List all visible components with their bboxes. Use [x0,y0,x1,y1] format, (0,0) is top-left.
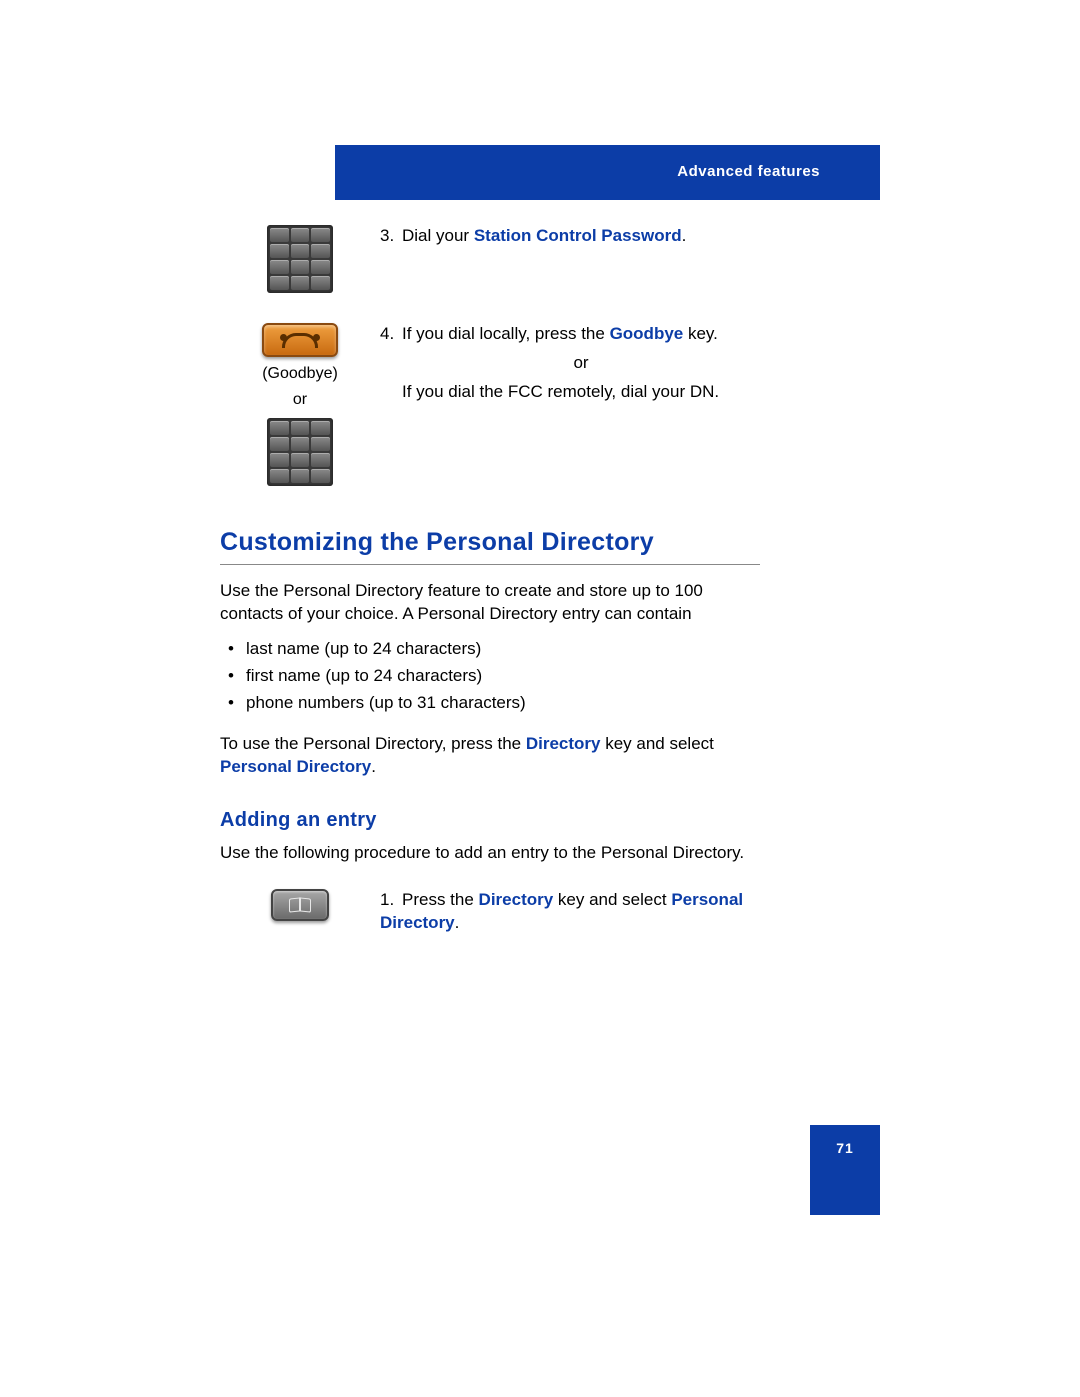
step-3-pre: Dial your [402,226,474,245]
step-4-l1-pre: If you dial locally, press the [402,324,610,343]
page-number: 71 [836,1139,854,1158]
goodbye-button-icon [262,323,338,357]
keypad-icon [267,418,333,486]
usage-bold1: Directory [526,734,601,753]
section-intro: Use the Personal Directory feature to cr… [220,580,760,626]
bullet-list: last name (up to 24 characters) first na… [220,638,760,715]
addentry-s1-bold1: Directory [479,890,554,909]
directory-button-icon [271,889,329,921]
subsection-heading: Adding an entry [220,807,760,834]
step-4-row: (Goodbye) or 4.If you dial locally, pres… [220,323,760,486]
handset-icon [282,333,318,348]
step-3-text: 3.Dial your Station Control Password. [380,225,760,248]
bullet-item: first name (up to 24 characters) [220,665,760,688]
usage-pre: To use the Personal Directory, press the [220,734,526,753]
step-3-icon-col [220,225,380,293]
addentry-s1-mid: key and select [553,890,671,909]
bullet-item: last name (up to 24 characters) [220,638,760,661]
step-4-text: 4.If you dial locally, press the Goodbye… [380,323,760,404]
header-title: Advanced features [677,162,820,182]
usage-bold2: Personal Directory [220,757,371,776]
step-3-row: 3.Dial your Station Control Password. [220,225,760,293]
addentry-step1-text: 1.Press the Directory key and select Per… [380,889,760,935]
subsection-intro: Use the following procedure to add an en… [220,842,760,865]
step-4-icon-col: (Goodbye) or [220,323,380,486]
step-4-l2: If you dial the FCC remotely, dial your … [380,381,760,404]
step-4-l1-bold: Goodbye [610,324,684,343]
step-4-or: or [380,352,760,375]
addentry-step1-row: 1.Press the Directory key and select Per… [220,889,760,935]
step-3-number: 3. [380,225,402,248]
page-number-box: 71 [810,1125,880,1215]
bullet-item: phone numbers (up to 31 characters) [220,692,760,715]
step-4-number: 4. [380,323,402,346]
keypad-icon [267,225,333,293]
goodbye-caption: (Goodbye) [220,363,380,385]
section-heading: Customizing the Personal Directory [220,526,760,565]
page-content: 3.Dial your Station Control Password. (G… [220,225,760,960]
document-page: Advanced features 3.Dial your Station Co… [0,0,1080,1397]
step-4-l1-post: key. [683,324,718,343]
goodbye-or-caption: or [220,389,380,411]
section-usage: To use the Personal Directory, press the… [220,733,760,779]
usage-post: . [371,757,376,776]
addentry-s1-num: 1. [380,889,402,912]
addentry-s1-post: . [455,913,460,932]
usage-mid: key and select [600,734,713,753]
step-3-bold: Station Control Password [474,226,682,245]
addentry-s1-pre: Press the [402,890,479,909]
step-3-post: . [682,226,687,245]
addentry-icon-col [220,889,380,921]
book-icon [289,898,311,912]
header-bar: Advanced features [335,145,880,200]
